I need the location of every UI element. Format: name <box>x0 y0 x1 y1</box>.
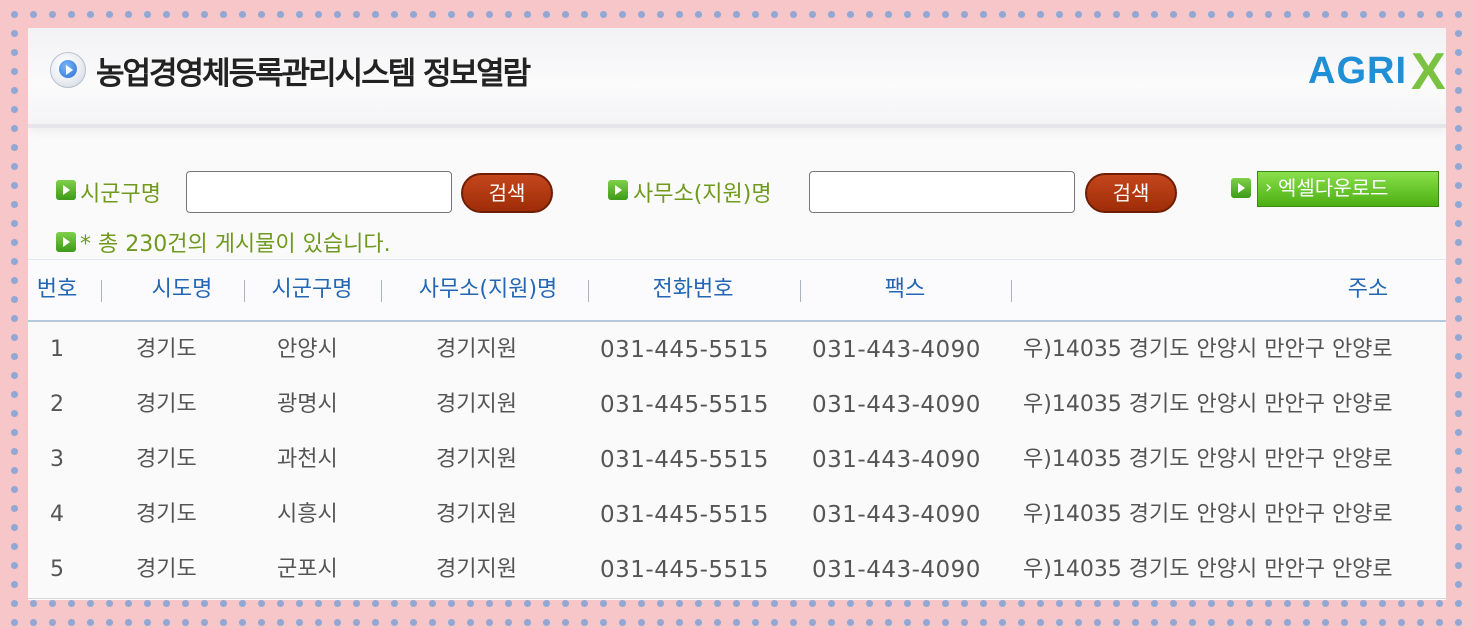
cell-number: 5 <box>50 557 64 582</box>
cell-fax: 031-443-4090 <box>812 337 981 363</box>
cell-number: 1 <box>50 337 64 362</box>
agrix-logo: AGRI X <box>1296 40 1446 100</box>
page-title: 농업경영체등록관리시스템 정보열람 <box>96 56 531 92</box>
bullet-arrow-icon <box>56 180 76 200</box>
logo-x-mark: X <box>1411 43 1446 100</box>
cell-phone: 031-445-5515 <box>600 337 769 363</box>
district-label: 시군구명 <box>80 182 161 207</box>
result-count: * 총 230건의 게시물이 있습니다. <box>80 232 391 257</box>
column-divider <box>1011 280 1012 302</box>
cell-fax: 031-443-4090 <box>812 557 981 583</box>
cell-address: 우)14035 경기도 안양시 만안구 안양로 <box>1023 392 1393 417</box>
cell-office: 경기지원 <box>436 557 517 582</box>
cell-phone: 031-445-5515 <box>600 502 769 528</box>
office-label: 사무소(지원)명 <box>633 182 772 207</box>
cell-office: 경기지원 <box>436 337 517 362</box>
cell-address: 우)14035 경기도 안양시 만안구 안양로 <box>1023 337 1393 362</box>
cell-number: 2 <box>50 392 64 417</box>
cell-district: 안양시 <box>277 337 338 362</box>
cell-number: 4 <box>50 502 64 527</box>
cell-office: 경기지원 <box>436 502 517 527</box>
cell-address: 우)14035 경기도 안양시 만안구 안양로 <box>1023 447 1393 472</box>
bullet-arrow-icon <box>1231 178 1251 198</box>
cell-number: 3 <box>50 447 64 472</box>
bullet-arrow-icon <box>608 180 628 200</box>
cell-province: 경기도 <box>136 447 197 472</box>
cell-address: 우)14035 경기도 안양시 만안구 안양로 <box>1023 502 1393 527</box>
column-divider <box>381 280 382 302</box>
play-circle-icon <box>50 52 86 88</box>
cell-office: 경기지원 <box>436 447 517 472</box>
column-divider <box>101 280 102 302</box>
bullet-arrow-icon <box>56 232 76 252</box>
office-search-input[interactable] <box>809 171 1075 213</box>
column-divider <box>588 280 589 302</box>
logo-text: AGRI <box>1308 50 1407 92</box>
cell-address: 우)14035 경기도 안양시 만안구 안양로 <box>1023 557 1393 582</box>
table-row[interactable]: 4 경기도 시흥시 경기지원 031-445-5515 031-443-4090… <box>28 488 1446 544</box>
column-header-office: 사무소(지원)명 <box>418 277 558 302</box>
cell-province: 경기도 <box>136 502 197 527</box>
main-frame: 농업경영체등록관리시스템 정보열람 AGRI X 시군구명 검색 사무소(지원)… <box>28 28 1446 600</box>
cell-district: 시흥시 <box>277 502 338 527</box>
column-header-district: 시군구명 <box>271 277 353 302</box>
cell-phone: 031-445-5515 <box>600 392 769 418</box>
excel-download-button[interactable]: 엑셀다운로드 <box>1257 171 1439 207</box>
column-divider <box>244 280 245 302</box>
cell-district: 군포시 <box>277 557 338 582</box>
cell-fax: 031-443-4090 <box>812 392 981 418</box>
district-search-input[interactable] <box>186 171 452 213</box>
office-search-button[interactable]: 검색 <box>1085 173 1177 213</box>
cell-phone: 031-445-5515 <box>600 447 769 473</box>
page-header: 농업경영체등록관리시스템 정보열람 AGRI X <box>28 28 1446 128</box>
cell-province: 경기도 <box>136 557 197 582</box>
cell-phone: 031-445-5515 <box>600 557 769 583</box>
column-divider <box>800 280 801 302</box>
column-header-address: 주소 <box>1347 277 1389 302</box>
cell-fax: 031-443-4090 <box>812 502 981 528</box>
column-header-phone: 전화번호 <box>652 277 734 302</box>
table-row[interactable]: 1 경기도 안양시 경기지원 031-445-5515 031-443-4090… <box>28 323 1446 379</box>
cell-district: 과천시 <box>277 447 338 472</box>
cell-province: 경기도 <box>136 392 197 417</box>
cell-fax: 031-443-4090 <box>812 447 981 473</box>
table-row[interactable]: 3 경기도 과천시 경기지원 031-445-5515 031-443-4090… <box>28 433 1446 489</box>
table-row[interactable]: 5 경기도 군포시 경기지원 031-445-5515 031-443-4090… <box>28 543 1446 599</box>
column-header-number: 번호 <box>36 277 78 302</box>
cell-district: 광명시 <box>277 392 338 417</box>
table-header: 번호 시도명 시군구명 사무소(지원)명 전화번호 팩스 주소 <box>28 259 1446 322</box>
district-search-button[interactable]: 검색 <box>461 173 553 213</box>
cell-office: 경기지원 <box>436 392 517 417</box>
column-header-fax: 팩스 <box>884 277 926 302</box>
table-row[interactable]: 2 경기도 광명시 경기지원 031-445-5515 031-443-4090… <box>28 378 1446 434</box>
column-header-province: 시도명 <box>151 277 213 302</box>
cell-province: 경기도 <box>136 337 197 362</box>
